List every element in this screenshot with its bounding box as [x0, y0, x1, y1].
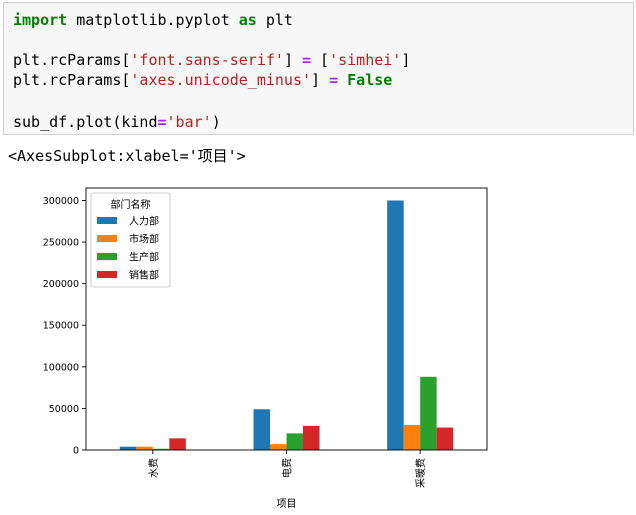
y-tick-label: 150000: [43, 321, 79, 332]
bar-市场部-电费: [270, 444, 287, 450]
code-text: ): [211, 113, 221, 131]
bar-销售部-水费: [169, 438, 186, 450]
legend-swatch-市场部: [97, 235, 117, 242]
bar-销售部-采暖费: [436, 427, 454, 450]
y-tick-label: 200000: [43, 279, 79, 290]
legend-label: 人力部: [129, 215, 159, 228]
y-tick-label: 50000: [49, 404, 79, 415]
operator: =: [302, 51, 312, 69]
bar-生产部-电费: [286, 433, 303, 450]
code-text: matplotlib.pyplot: [67, 11, 239, 29]
bar-chart: 0 50000 100000 150000 200000 250000 300000 水费 电费…: [43, 187, 488, 510]
code-line-import: import matplotlib.pyplot as plt: [13, 11, 293, 29]
x-tick-label: 采暖费: [414, 458, 427, 488]
x-tick-label: 水费: [147, 458, 160, 478]
y-tick-label: 300000: [43, 196, 79, 207]
string-literal: 'font.sans-serif': [130, 51, 284, 69]
bar-生产部-采暖费: [420, 376, 437, 450]
x-axis-label: 项目: [277, 498, 297, 510]
keyword-as: as: [238, 11, 257, 29]
legend-title: 部门名称: [111, 198, 151, 211]
code-line-font: plt.rcParams['font.sans-serif'] = ['simh…: [13, 51, 410, 69]
legend-swatch-生产部: [97, 253, 117, 260]
legend-label: 市场部: [129, 233, 159, 246]
code-line-plot: sub_df.plot(kind='bar'): [13, 113, 221, 131]
string-literal: 'simhei': [329, 51, 402, 69]
code-text: ]: [311, 71, 330, 89]
code-text: plt: [256, 11, 293, 29]
code-text: sub_df.plot(kind: [13, 113, 158, 131]
bar-人力部-采暖费: [387, 200, 404, 450]
code-line-minus: plt.rcParams['axes.unicode_minus'] = Fal…: [13, 71, 392, 89]
keyword-import: import: [13, 11, 68, 29]
bar-人力部-电费: [253, 409, 270, 450]
bar-市场部-采暖费: [403, 425, 421, 450]
legend-label: 生产部: [129, 251, 159, 264]
code-cell-input[interactable]: import matplotlib.pyplot as plt plt.rcPa…: [3, 2, 634, 135]
output-repr: <AxesSubplot:xlabel='项目'>: [8, 147, 246, 165]
bar-市场部-水费: [136, 446, 153, 450]
code-text: ]: [401, 51, 411, 69]
string-literal: 'bar': [166, 113, 212, 131]
operator: =: [329, 71, 339, 89]
string-literal: 'axes.unicode_minus': [130, 71, 312, 89]
code-text: [: [311, 51, 330, 69]
bar-销售部-电费: [303, 425, 320, 450]
y-tick-label: 250000: [43, 238, 79, 249]
legend-swatch-销售部: [97, 271, 117, 278]
legend-label: 销售部: [129, 269, 159, 282]
operator: =: [157, 113, 167, 131]
code-text: ]: [283, 51, 302, 69]
legend-swatch-人力部: [97, 217, 117, 224]
code-text: plt.rcParams[: [13, 51, 131, 69]
keyword-false: False: [347, 71, 393, 89]
y-tick-label: 0: [73, 446, 79, 457]
code-text: plt.rcParams[: [13, 71, 131, 89]
y-tick-label: 100000: [43, 362, 79, 373]
x-tick-label: 电费: [281, 458, 294, 478]
bar-人力部-水费: [119, 446, 137, 450]
